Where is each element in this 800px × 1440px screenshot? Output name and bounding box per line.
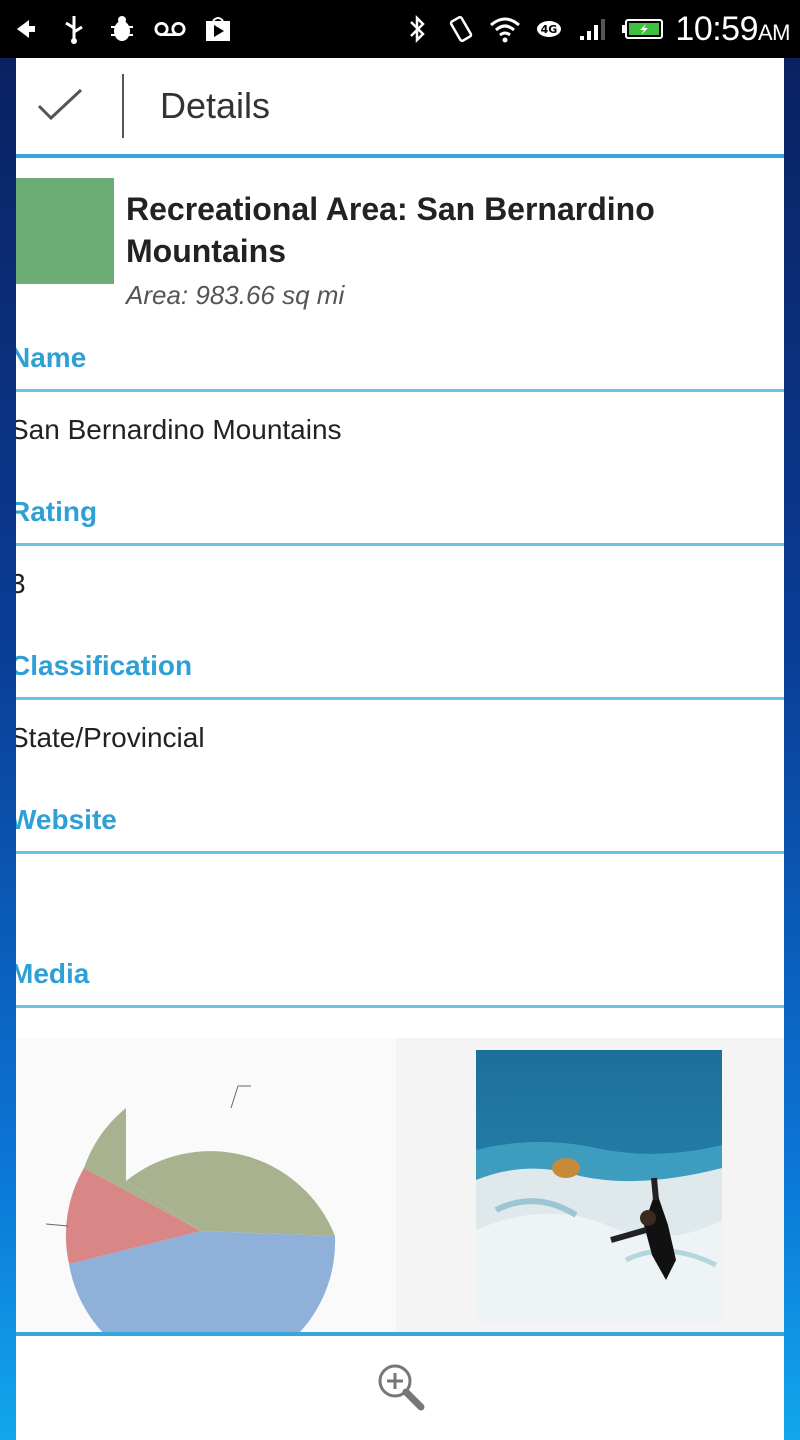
status-time: 10:59AM — [675, 9, 790, 48]
wifi-icon — [489, 13, 521, 45]
media-chart-thumbnail[interactable] — [16, 1038, 396, 1332]
field-website: Website — [16, 784, 784, 938]
field-label-media: Media — [16, 938, 784, 1008]
action-bar: Details — [16, 58, 784, 158]
usb-icon — [58, 13, 90, 45]
field-value-rating: 3 — [16, 568, 26, 599]
feature-title: Recreational Area: San Bernardino Mounta… — [126, 191, 655, 269]
field-classification: Classification State/Provincial — [16, 630, 784, 784]
bottom-bar — [16, 1332, 784, 1440]
battery-icon — [621, 13, 665, 45]
signal-icon — [577, 13, 609, 45]
field-label-website: Website — [16, 784, 784, 854]
media-gallery[interactable] — [16, 1038, 784, 1332]
field-name: Name San Bernardino Mountains — [16, 322, 784, 476]
check-icon — [35, 86, 85, 127]
back-notification-icon — [10, 13, 42, 45]
zoom-button[interactable] — [370, 1358, 430, 1418]
page-title: Details — [160, 85, 271, 126]
field-label-classification: Classification — [16, 630, 784, 700]
feature-color-swatch — [16, 178, 114, 284]
details-screen: Details Recreational Area: San Bernardin… — [16, 58, 784, 1440]
surfer-photo[interactable] — [476, 1050, 722, 1322]
field-value-classification: State/Provincial — [16, 722, 205, 753]
play-store-icon — [202, 13, 234, 45]
action-bar-divider — [122, 74, 124, 138]
confirm-button[interactable] — [16, 58, 104, 156]
voicemail-icon — [154, 13, 186, 45]
feature-area: Area: 983.66 sq mi — [126, 280, 345, 310]
debug-icon — [106, 13, 138, 45]
rotation-icon — [445, 13, 477, 45]
4g-icon: 4G — [533, 13, 565, 45]
field-media: Media — [16, 938, 784, 1008]
status-icons-right: 4G 10:59AM — [389, 9, 791, 49]
field-value-website[interactable] — [16, 854, 784, 938]
status-bar: 4G 10:59AM — [0, 0, 800, 58]
field-label-rating: Rating — [16, 476, 784, 546]
svg-text:4G: 4G — [541, 23, 558, 36]
details-content[interactable]: Recreational Area: San Bernardino Mounta… — [16, 162, 784, 1332]
field-label-name: Name — [16, 322, 784, 392]
field-value-name: San Bernardino Mountains — [16, 414, 342, 445]
zoom-in-icon — [373, 1359, 427, 1418]
feature-header: Recreational Area: San Bernardino Mounta… — [16, 162, 784, 322]
bluetooth-icon — [401, 13, 433, 45]
field-rating: Rating 3 — [16, 476, 784, 630]
status-icons-left — [10, 13, 250, 45]
